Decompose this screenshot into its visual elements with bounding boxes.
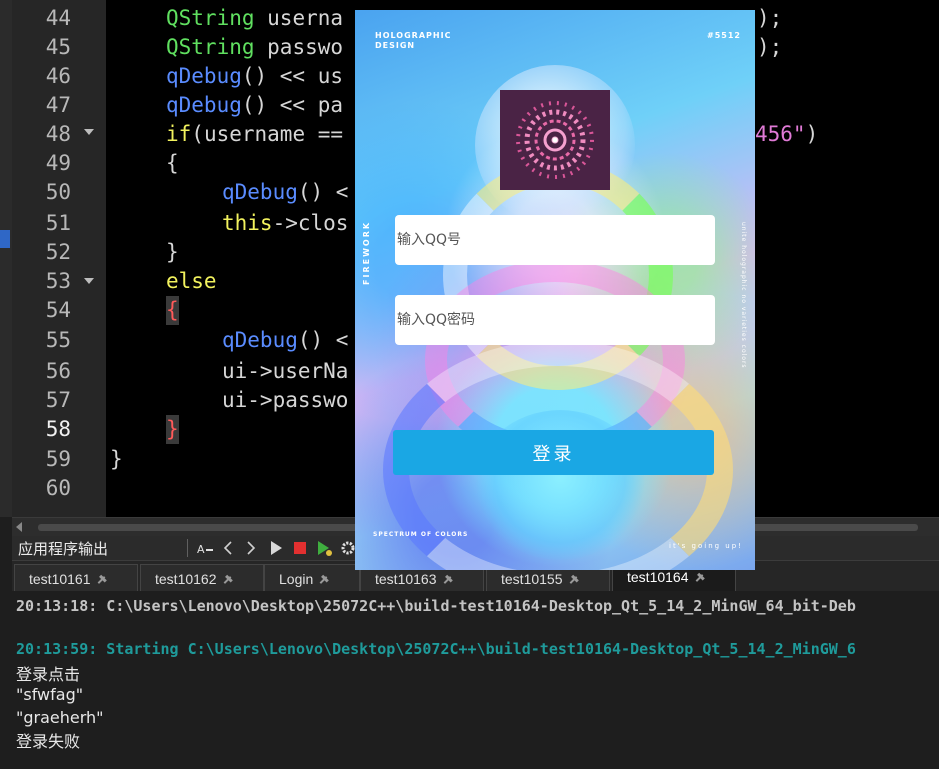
output-line: 登录失败 [16, 732, 81, 751]
toolbar-divider [187, 539, 188, 557]
matched-brace: { [166, 296, 179, 325]
line-number: 44 [45, 6, 71, 30]
code-line: qDebug() << pa [166, 93, 344, 117]
poster-footer-right: it's going up! [669, 542, 743, 550]
pin-icon[interactable] [319, 576, 328, 585]
code-line-tail: 456") [755, 122, 819, 146]
code-line: qDebug() << us [166, 64, 344, 88]
line-number: 47 [45, 93, 71, 117]
prev-icon[interactable] [220, 539, 238, 557]
line-number: 60 [45, 476, 71, 500]
debug-run-icon[interactable] [315, 539, 333, 557]
line-number: 52 [45, 240, 71, 264]
line-number: 46 [45, 64, 71, 88]
pin-icon[interactable] [569, 576, 577, 585]
next-icon[interactable] [242, 539, 260, 557]
pin-icon[interactable] [223, 576, 231, 585]
bookmark-marker [0, 230, 10, 248]
line-number: 54 [45, 298, 71, 322]
code-line: } [166, 240, 179, 264]
line-number: 56 [45, 359, 71, 383]
qq-password-input[interactable] [395, 295, 715, 345]
matched-brace: } [166, 415, 179, 444]
code-line: qDebug() < [222, 328, 349, 352]
run-icon[interactable] [267, 539, 285, 557]
code-line: if(username == [166, 122, 344, 146]
login-window: HOLOGRAPHIC DESIGN #5512 FIREWORK unite … [355, 10, 755, 570]
fold-arrow-icon[interactable] [84, 278, 94, 284]
line-number: 51 [45, 211, 71, 235]
code-line: { [166, 296, 179, 325]
line-number: 53 [45, 269, 71, 293]
pin-icon[interactable] [97, 576, 105, 585]
poster-header-left: HOLOGRAPHIC DESIGN [375, 31, 452, 50]
pin-icon[interactable] [695, 574, 703, 583]
code-line: this->clos [222, 211, 349, 235]
line-number: 48 [45, 122, 71, 146]
line-number: 55 [45, 328, 71, 352]
tab-login[interactable]: Login [264, 564, 360, 591]
scroll-left-icon[interactable] [16, 522, 22, 532]
code-line: } [110, 447, 123, 471]
output-pane-title: 应用程序输出 [18, 541, 109, 558]
code-line: ui->passwo [222, 388, 349, 412]
code-line: qDebug() < [222, 180, 349, 204]
firework-logo [500, 90, 610, 190]
code-line-tail: ); [757, 35, 783, 59]
output-line: "graeherh" [16, 708, 104, 727]
code-line: else [166, 269, 217, 293]
line-number: 49 [45, 151, 71, 175]
font-size-icon[interactable]: A [196, 539, 214, 557]
application-output[interactable]: 20:13:18: C:\Users\Lenovo\Desktop\25072C… [12, 591, 939, 769]
svg-text:A: A [197, 543, 205, 556]
output-line: 20:13:18: C:\Users\Lenovo\Desktop\25072C… [16, 597, 856, 615]
line-number-current: 58 [45, 417, 71, 441]
line-number: 59 [45, 447, 71, 471]
stop-icon[interactable] [291, 539, 309, 557]
code-line-tail: ); [757, 6, 783, 30]
pin-icon[interactable] [443, 576, 451, 585]
code-line: QString passwo [166, 35, 344, 59]
output-line: "sfwfag" [16, 685, 84, 704]
qq-number-input[interactable] [395, 215, 715, 265]
poster-header-right: #5512 [707, 31, 741, 40]
code-line: QString userna [166, 6, 344, 30]
left-strip [0, 0, 12, 517]
poster-footer-left: SPECTRUM OF COLORS [373, 531, 469, 538]
output-line: 登录点击 [16, 665, 81, 684]
line-number: 50 [45, 180, 71, 204]
code-line: { [166, 151, 179, 175]
poster-side-text-right: unite holographic no varieties colors [740, 222, 747, 369]
tab-test10162[interactable]: test10162 [140, 564, 264, 591]
output-line: 20:13:59: Starting C:\Users\Lenovo\Deskt… [16, 640, 856, 658]
line-number: 57 [45, 388, 71, 412]
line-number: 45 [45, 35, 71, 59]
code-line: } [166, 415, 179, 444]
fold-arrow-icon[interactable] [84, 129, 94, 135]
poster-side-text-left: FIREWORK [362, 220, 371, 285]
tab-test10161[interactable]: test10161 [14, 564, 138, 591]
code-line: ui->userNa [222, 359, 349, 383]
login-button[interactable]: 登录 [393, 430, 714, 475]
